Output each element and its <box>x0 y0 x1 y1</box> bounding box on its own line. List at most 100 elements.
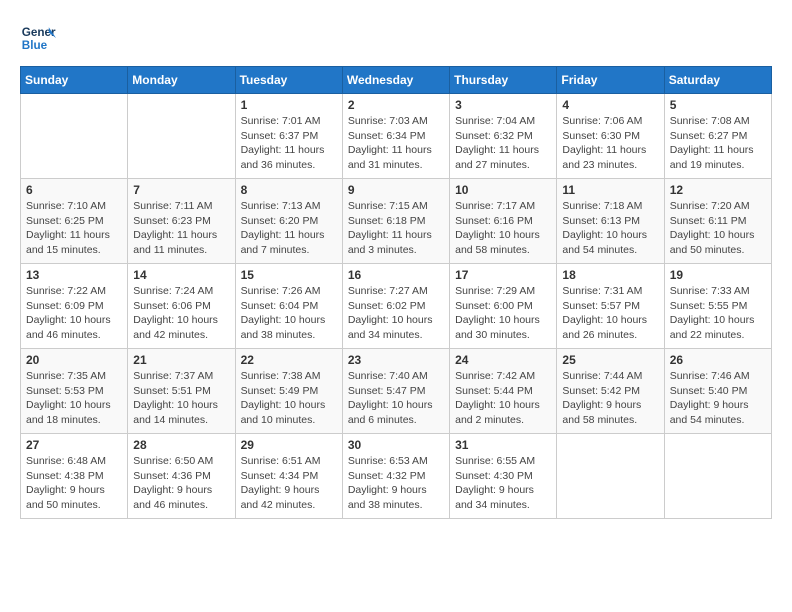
cell-info: Sunrise: 6:55 AMSunset: 4:30 PMDaylight:… <box>455 454 551 513</box>
calendar-cell <box>557 434 664 519</box>
day-number: 14 <box>133 268 229 282</box>
cell-info: Sunrise: 7:11 AMSunset: 6:23 PMDaylight:… <box>133 199 229 258</box>
cell-info: Sunrise: 7:10 AMSunset: 6:25 PMDaylight:… <box>26 199 122 258</box>
svg-text:Blue: Blue <box>22 39 48 52</box>
cell-info: Sunrise: 7:33 AMSunset: 5:55 PMDaylight:… <box>670 284 766 343</box>
calendar-header-row: SundayMondayTuesdayWednesdayThursdayFrid… <box>21 67 772 94</box>
calendar-cell: 5 Sunrise: 7:08 AMSunset: 6:27 PMDaylight… <box>664 94 771 179</box>
day-number: 26 <box>670 353 766 367</box>
day-number: 11 <box>562 183 658 197</box>
day-number: 29 <box>241 438 337 452</box>
day-header-tuesday: Tuesday <box>235 67 342 94</box>
day-number: 2 <box>348 98 444 112</box>
cell-info: Sunrise: 7:26 AMSunset: 6:04 PMDaylight:… <box>241 284 337 343</box>
calendar-cell: 24Sunrise: 7:42 AMSunset: 5:44 PMDayligh… <box>450 349 557 434</box>
calendar-cell: 17 Sunrise: 7:29 AMSunset: 6:00 PMDayligh… <box>450 264 557 349</box>
day-number: 30 <box>348 438 444 452</box>
calendar-table: SundayMondayTuesdayWednesdayThursdayFrid… <box>20 66 772 519</box>
calendar-week-3: 13 Sunrise: 7:22 AMSunset: 6:09 PMDayligh… <box>21 264 772 349</box>
cell-info: Sunrise: 7:27 AMSunset: 6:02 PMDaylight:… <box>348 284 444 343</box>
day-number: 19 <box>670 268 766 282</box>
day-number: 20 <box>26 353 122 367</box>
calendar-cell: 3 Sunrise: 7:04 AMSunset: 6:32 PMDaylight… <box>450 94 557 179</box>
cell-info: Sunrise: 7:22 AMSunset: 6:09 PMDaylight:… <box>26 284 122 343</box>
calendar-cell: 19 Sunrise: 7:33 AMSunset: 5:55 PMDayligh… <box>664 264 771 349</box>
calendar-cell: 1Sunrise: 7:01 AMSunset: 6:37 PMDaylight… <box>235 94 342 179</box>
cell-info: Sunrise: 7:29 AMSunset: 6:00 PMDaylight:… <box>455 284 551 343</box>
logo-icon: General Blue <box>20 20 56 56</box>
calendar-cell: 13 Sunrise: 7:22 AMSunset: 6:09 PMDayligh… <box>21 264 128 349</box>
cell-info: Sunrise: 7:03 AMSunset: 6:34 PMDaylight:… <box>348 114 444 173</box>
cell-info: Sunrise: 7:38 AMSunset: 5:49 PMDaylight:… <box>241 369 337 428</box>
calendar-cell: 14 Sunrise: 7:24 AMSunset: 6:06 PMDayligh… <box>128 264 235 349</box>
cell-info: Sunrise: 6:50 AMSunset: 4:36 PMDaylight:… <box>133 454 229 513</box>
day-number: 17 <box>455 268 551 282</box>
calendar-cell: 25Sunrise: 7:44 AMSunset: 5:42 PMDayligh… <box>557 349 664 434</box>
calendar-cell <box>21 94 128 179</box>
day-number: 9 <box>348 183 444 197</box>
day-number: 28 <box>133 438 229 452</box>
day-number: 31 <box>455 438 551 452</box>
day-header-wednesday: Wednesday <box>342 67 449 94</box>
day-number: 27 <box>26 438 122 452</box>
day-number: 7 <box>133 183 229 197</box>
calendar-cell: 28 Sunrise: 6:50 AMSunset: 4:36 PMDayligh… <box>128 434 235 519</box>
calendar-cell: 30Sunrise: 6:53 AMSunset: 4:32 PMDayligh… <box>342 434 449 519</box>
day-header-saturday: Saturday <box>664 67 771 94</box>
day-number: 8 <box>241 183 337 197</box>
calendar-cell: 20 Sunrise: 7:35 AMSunset: 5:53 PMDayligh… <box>21 349 128 434</box>
day-number: 4 <box>562 98 658 112</box>
cell-info: Sunrise: 7:17 AMSunset: 6:16 PMDaylight:… <box>455 199 551 258</box>
day-header-thursday: Thursday <box>450 67 557 94</box>
cell-info: Sunrise: 7:08 AMSunset: 6:27 PMDaylight:… <box>670 114 766 173</box>
cell-info: Sunrise: 7:15 AMSunset: 6:18 PMDaylight:… <box>348 199 444 258</box>
day-header-monday: Monday <box>128 67 235 94</box>
cell-info: Sunrise: 7:35 AMSunset: 5:53 PMDaylight:… <box>26 369 122 428</box>
cell-info: Sunrise: 7:46 AMSunset: 5:40 PMDaylight:… <box>670 369 766 428</box>
day-number: 1 <box>241 98 337 112</box>
calendar-cell: 10 Sunrise: 7:17 AMSunset: 6:16 PMDayligh… <box>450 179 557 264</box>
cell-info: Sunrise: 7:44 AMSunset: 5:42 PMDaylight:… <box>562 369 658 428</box>
cell-info: Sunrise: 7:04 AMSunset: 6:32 PMDaylight:… <box>455 114 551 173</box>
calendar-cell: 27 Sunrise: 6:48 AMSunset: 4:38 PMDayligh… <box>21 434 128 519</box>
day-number: 22 <box>241 353 337 367</box>
calendar-cell: 6Sunrise: 7:10 AMSunset: 6:25 PMDaylight… <box>21 179 128 264</box>
cell-info: Sunrise: 7:06 AMSunset: 6:30 PMDaylight:… <box>562 114 658 173</box>
day-number: 23 <box>348 353 444 367</box>
page-header: General Blue <box>20 20 772 56</box>
cell-info: Sunrise: 6:48 AMSunset: 4:38 PMDaylight:… <box>26 454 122 513</box>
calendar-cell: 15Sunrise: 7:26 AMSunset: 6:04 PMDayligh… <box>235 264 342 349</box>
logo: General Blue <box>20 20 56 56</box>
cell-info: Sunrise: 7:42 AMSunset: 5:44 PMDaylight:… <box>455 369 551 428</box>
calendar-cell: 4 Sunrise: 7:06 AMSunset: 6:30 PMDaylight… <box>557 94 664 179</box>
calendar-week-1: 1Sunrise: 7:01 AMSunset: 6:37 PMDaylight… <box>21 94 772 179</box>
day-number: 13 <box>26 268 122 282</box>
day-number: 3 <box>455 98 551 112</box>
cell-info: Sunrise: 7:40 AMSunset: 5:47 PMDaylight:… <box>348 369 444 428</box>
cell-info: Sunrise: 7:24 AMSunset: 6:06 PMDaylight:… <box>133 284 229 343</box>
day-header-sunday: Sunday <box>21 67 128 94</box>
calendar-cell <box>664 434 771 519</box>
calendar-cell <box>128 94 235 179</box>
day-number: 5 <box>670 98 766 112</box>
calendar-cell: 31 Sunrise: 6:55 AMSunset: 4:30 PMDayligh… <box>450 434 557 519</box>
calendar-week-5: 27 Sunrise: 6:48 AMSunset: 4:38 PMDayligh… <box>21 434 772 519</box>
calendar-cell: 26 Sunrise: 7:46 AMSunset: 5:40 PMDayligh… <box>664 349 771 434</box>
calendar-cell: 12 Sunrise: 7:20 AMSunset: 6:11 PMDayligh… <box>664 179 771 264</box>
cell-info: Sunrise: 7:13 AMSunset: 6:20 PMDaylight:… <box>241 199 337 258</box>
cell-info: Sunrise: 7:31 AMSunset: 5:57 PMDaylight:… <box>562 284 658 343</box>
day-number: 12 <box>670 183 766 197</box>
calendar-cell: 7 Sunrise: 7:11 AMSunset: 6:23 PMDaylight… <box>128 179 235 264</box>
cell-info: Sunrise: 7:20 AMSunset: 6:11 PMDaylight:… <box>670 199 766 258</box>
calendar-cell: 18Sunrise: 7:31 AMSunset: 5:57 PMDayligh… <box>557 264 664 349</box>
day-number: 16 <box>348 268 444 282</box>
calendar-cell: 16 Sunrise: 7:27 AMSunset: 6:02 PMDayligh… <box>342 264 449 349</box>
calendar-cell: 29 Sunrise: 6:51 AMSunset: 4:34 PMDayligh… <box>235 434 342 519</box>
calendar-cell: 8 Sunrise: 7:13 AMSunset: 6:20 PMDaylight… <box>235 179 342 264</box>
cell-info: Sunrise: 6:51 AMSunset: 4:34 PMDaylight:… <box>241 454 337 513</box>
calendar-cell: 21Sunrise: 7:37 AMSunset: 5:51 PMDayligh… <box>128 349 235 434</box>
day-number: 10 <box>455 183 551 197</box>
cell-info: Sunrise: 7:37 AMSunset: 5:51 PMDaylight:… <box>133 369 229 428</box>
calendar-cell: 11Sunrise: 7:18 AMSunset: 6:13 PMDayligh… <box>557 179 664 264</box>
calendar-body: 1Sunrise: 7:01 AMSunset: 6:37 PMDaylight… <box>21 94 772 519</box>
